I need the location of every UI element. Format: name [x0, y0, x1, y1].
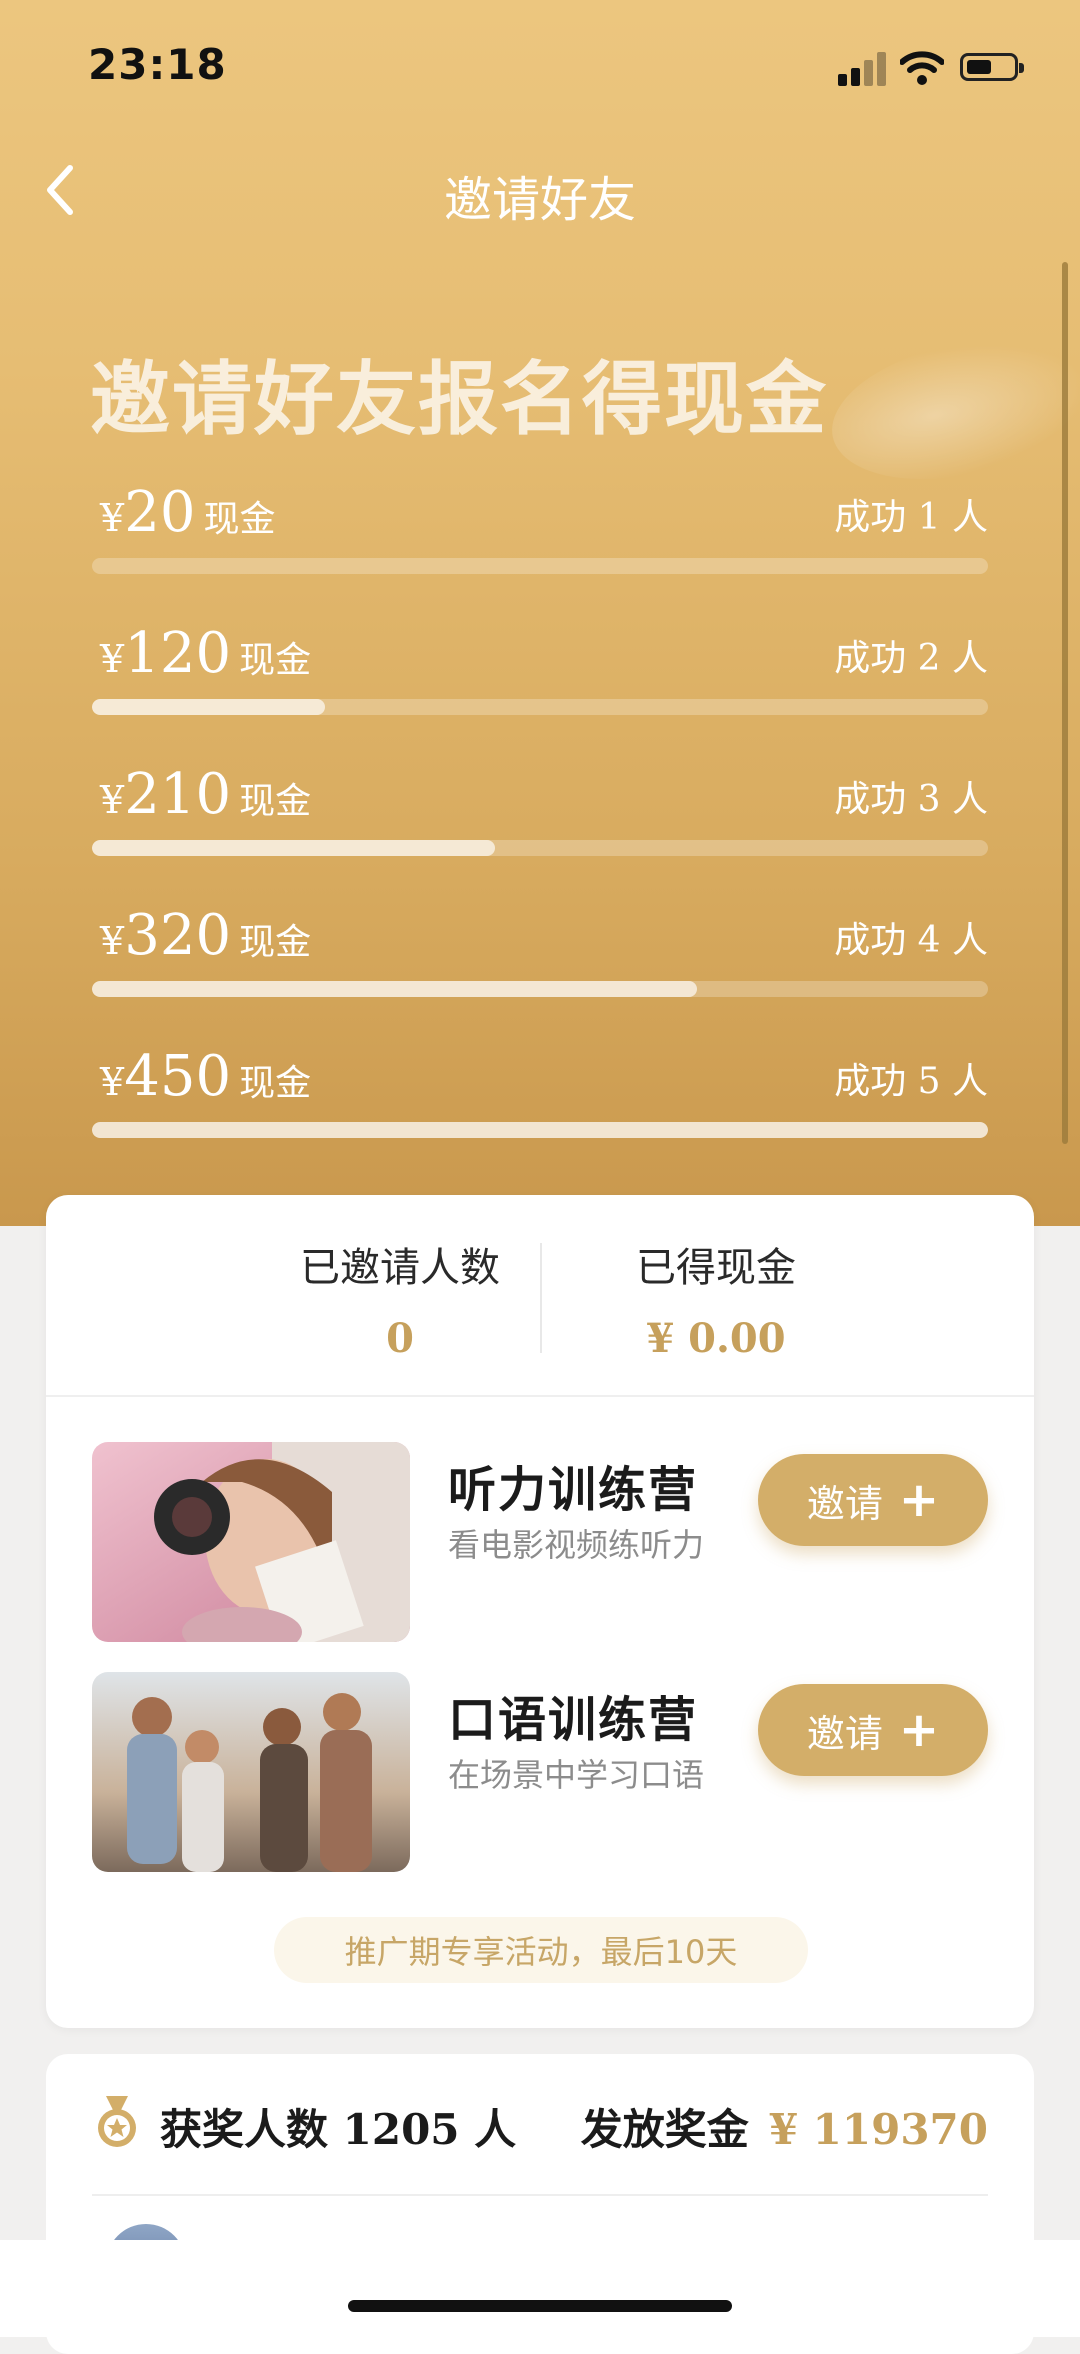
reward-tier: ¥320 现金 成功 4 人 [92, 903, 988, 1013]
course-thumbnail [92, 1442, 410, 1642]
course-item-listening: 听力训练营 看电影视频练听力 邀请 + [92, 1442, 988, 1642]
tier-condition: 成功 4 人 [834, 920, 988, 961]
cash-label: 已得现金 [636, 1245, 796, 1291]
decorative-ribbon [819, 319, 1080, 501]
medal-icon [98, 2096, 136, 2147]
tier-condition: 成功 5 人 [834, 1061, 988, 1102]
wifi-icon [900, 51, 944, 85]
course-subtitle: 看电影视频练听力 [448, 1526, 705, 1564]
tier-amount: ¥320 现金 [100, 903, 312, 968]
course-title: 口语训练营 [448, 1692, 699, 1748]
tier-amount: ¥210 现金 [100, 762, 312, 827]
bonus-label: 发放奖金 [580, 2105, 749, 2154]
signal-icon [838, 52, 888, 86]
invited-value: 0 [386, 1315, 414, 1362]
status-bar: 23:18 [0, 0, 1080, 130]
promo-banner: 推广期专享活动，最后10天 [274, 1917, 808, 1983]
hero-headline: 邀请好友报名得现金 [90, 353, 828, 446]
tier-amount: ¥120 现金 [100, 621, 312, 686]
course-title: 听力训练营 [448, 1462, 699, 1518]
invite-button[interactable]: 邀请 + [758, 1454, 988, 1546]
status-time: 23:18 [88, 40, 227, 89]
plus-icon: + [898, 1702, 940, 1758]
bonus-total: 发放奖金 ¥ 119370 [581, 2096, 988, 2157]
cash-earned-stat: 已得现金 ¥ 0.00 [566, 1235, 866, 1362]
page-title: 邀请好友 [443, 172, 636, 228]
reward-tier: ¥210 现金 成功 3 人 [92, 762, 988, 872]
course-thumbnail [92, 1672, 410, 1872]
tier-progress [92, 981, 988, 997]
invite-button[interactable]: 邀请 + [758, 1684, 988, 1776]
invite-card: 已邀请人数 0 已得现金 ¥ 0.00 听力训练营 看电影视频练听力 邀请 + … [46, 1195, 1034, 2028]
tier-amount: ¥450 现金 [100, 1044, 312, 1109]
tier-condition: 成功 2 人 [834, 638, 988, 679]
reward-tier: ¥450 现金 成功 5 人 [92, 1044, 988, 1154]
invite-button-label: 邀请 [806, 1711, 883, 1756]
divider [46, 1395, 1034, 1397]
divider [92, 2194, 988, 2196]
battery-icon [960, 53, 1024, 81]
bonus-value: ¥ 119370 [768, 2105, 988, 2154]
course-item-speaking: 口语训练营 在场景中学习口语 邀请 + [92, 1672, 988, 1872]
tier-progress [92, 840, 988, 856]
invited-label: 已邀请人数 [300, 1245, 500, 1291]
tier-progress [92, 558, 988, 574]
winners-count: 获奖人数 1205 人 [160, 2105, 517, 2154]
invited-count-stat: 已邀请人数 0 [250, 1235, 550, 1362]
plus-icon: + [898, 1472, 940, 1528]
tier-condition: 成功 3 人 [834, 779, 988, 820]
tier-amount: ¥20 现金 [100, 480, 276, 545]
home-indicator[interactable] [348, 2300, 732, 2312]
reward-tier: ¥120 现金 成功 2 人 [92, 621, 988, 731]
divider [540, 1243, 542, 1353]
course-subtitle: 在场景中学习口语 [448, 1756, 705, 1794]
tier-progress [92, 1122, 988, 1138]
tier-progress [92, 699, 988, 715]
bottom-safe-area [0, 2240, 1080, 2337]
scrollbar[interactable] [1062, 262, 1068, 1144]
reward-tier: ¥20 现金 成功 1 人 [92, 480, 988, 590]
tier-condition: 成功 1 人 [834, 497, 988, 538]
cash-value: ¥ 0.00 [646, 1315, 786, 1362]
invite-button-label: 邀请 [806, 1481, 883, 1526]
